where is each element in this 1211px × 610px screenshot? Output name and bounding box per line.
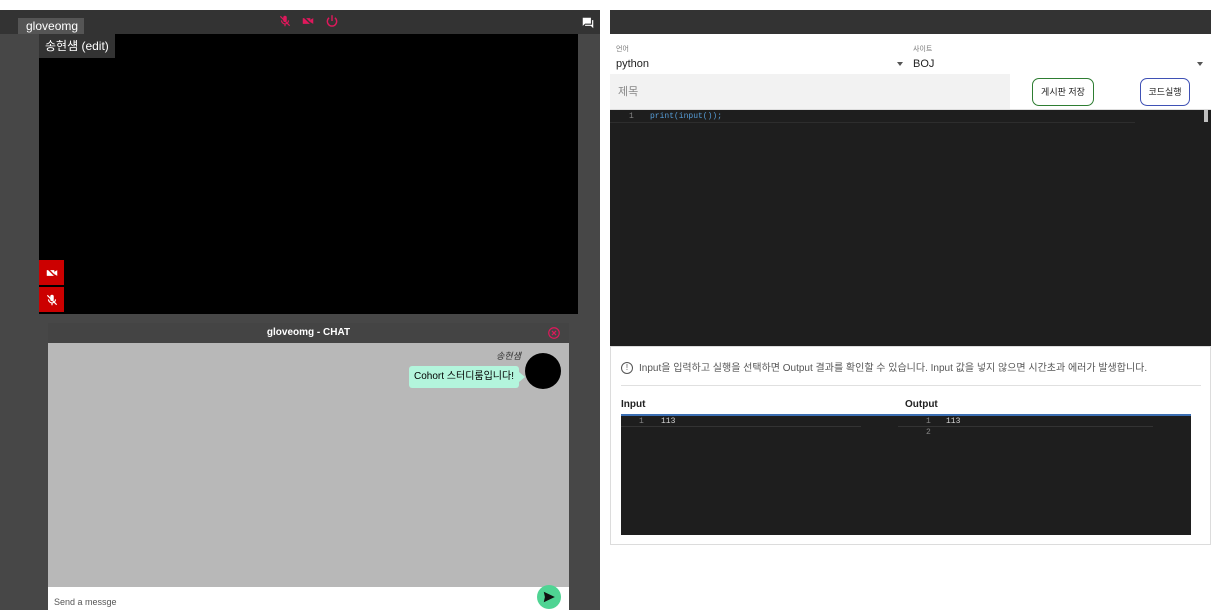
video-off-icon bbox=[45, 266, 58, 279]
code-text: print(input()); bbox=[650, 112, 723, 121]
io-section: ! Input을 입력하고 실행을 선택하면 Output 결과를 확인할 수 있… bbox=[610, 346, 1211, 545]
session-name-tab[interactable]: gloveomg bbox=[18, 18, 84, 34]
input-text: 113 bbox=[661, 417, 676, 426]
run-code-button[interactable]: 코드실행 bbox=[1140, 78, 1190, 106]
info-icon: ! bbox=[621, 362, 633, 375]
chat-icon[interactable] bbox=[581, 16, 595, 30]
chat-header: gloveomg - CHAT bbox=[48, 323, 569, 343]
save-button[interactable]: 게시판 저장 bbox=[1032, 78, 1094, 106]
power-icon[interactable] bbox=[325, 14, 339, 28]
editor-scrollbar[interactable] bbox=[1204, 110, 1208, 122]
language-value: python bbox=[616, 58, 650, 70]
code-editor[interactable]: 1 print(input()); bbox=[610, 110, 1211, 346]
video-nickname[interactable]: 송현섐 (edit) bbox=[39, 34, 115, 58]
code-line: 1 print(input()); bbox=[610, 110, 1135, 123]
output-line: 2 bbox=[898, 427, 1153, 438]
code-editor-panel: 언어 python 사이트 BOJ 게시판 저장 코드실행 1 print(in… bbox=[610, 10, 1211, 545]
output-line: 1 113 bbox=[898, 416, 1153, 427]
output-label: Output bbox=[905, 399, 938, 410]
session-topbar: gloveomg bbox=[0, 10, 600, 34]
chevron-down-icon bbox=[1197, 62, 1203, 66]
video-status-mic bbox=[39, 287, 64, 312]
title-row: 게시판 저장 코드실행 bbox=[610, 74, 1211, 110]
line-number: 2 bbox=[926, 428, 931, 437]
language-label: 언어 bbox=[616, 46, 629, 53]
info-text: Input을 입력하고 실행을 선택하면 Output 결과를 확인할 수 있습… bbox=[639, 363, 1148, 374]
chat-title: gloveomg - CHAT bbox=[266, 327, 351, 338]
editor-actions: 게시판 저장 코드실행 bbox=[1010, 74, 1211, 109]
video-chat-panel: gloveomg 송현섐 (edit) gloveomg - CHAT 송현섐 … bbox=[0, 10, 600, 610]
site-value: BOJ bbox=[913, 58, 935, 70]
message-username: 송현섐 bbox=[496, 351, 521, 361]
send-button[interactable] bbox=[537, 585, 561, 609]
mic-off-icon bbox=[46, 294, 57, 305]
line-number: 1 bbox=[639, 417, 644, 426]
input-label: Input bbox=[621, 399, 646, 410]
chat-input-bar bbox=[48, 585, 569, 610]
input-line: 1 113 bbox=[621, 416, 861, 427]
mic-off-icon[interactable] bbox=[278, 14, 292, 28]
close-icon[interactable] bbox=[547, 326, 561, 340]
send-icon bbox=[543, 591, 555, 603]
video-stream: 송현섐 (edit) bbox=[39, 34, 578, 314]
input-editor[interactable]: 1 113 bbox=[621, 414, 898, 535]
video-off-icon[interactable] bbox=[301, 14, 315, 28]
message-bubble: Cohort 스터디룸입니다! bbox=[409, 366, 525, 388]
avatar bbox=[525, 353, 561, 389]
line-number: 1 bbox=[926, 417, 931, 426]
line-number: 1 bbox=[629, 112, 634, 121]
chat-message-input[interactable] bbox=[54, 595, 524, 609]
output-viewer: 1 113 2 bbox=[898, 414, 1191, 535]
chat-panel: gloveomg - CHAT 송현섐 Cohort 스터디룸입니다! bbox=[48, 323, 569, 610]
output-text: 113 bbox=[946, 417, 961, 426]
chevron-down-icon bbox=[897, 62, 903, 66]
divider bbox=[621, 385, 1201, 386]
info-message: ! Input을 입력하고 실행을 선택하면 Output 결과를 확인할 수 있… bbox=[621, 361, 1201, 377]
site-label: 사이트 bbox=[913, 46, 933, 53]
app-root: gloveomg 송현섐 (edit) gloveomg - CHAT 송현섐 … bbox=[0, 0, 1211, 610]
editor-topbar bbox=[610, 10, 1211, 34]
video-status-camera bbox=[39, 260, 64, 285]
title-input[interactable] bbox=[610, 74, 1010, 109]
